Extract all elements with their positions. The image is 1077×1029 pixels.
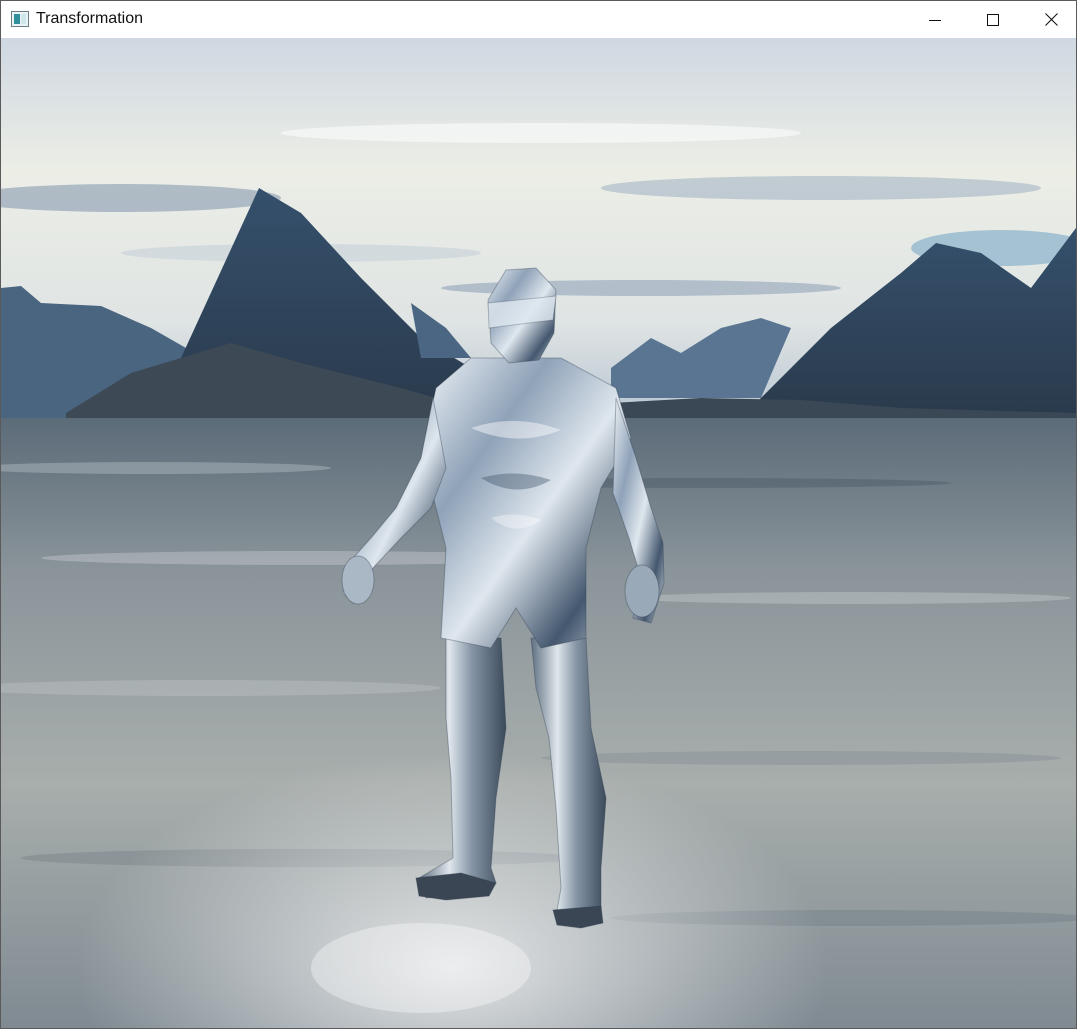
window-title: Transformation [36, 10, 143, 27]
right-boot [552, 905, 604, 929]
left-hand [341, 555, 375, 605]
close-icon [1044, 13, 1058, 26]
right-hand [624, 564, 660, 618]
close-button[interactable] [1022, 1, 1076, 38]
minimize-button[interactable] [906, 1, 964, 38]
sun-reflection [311, 923, 531, 1013]
maximize-button[interactable] [964, 1, 1022, 38]
app-window-icon [11, 11, 29, 27]
minimize-icon [929, 19, 941, 21]
maximize-icon [987, 13, 999, 26]
render-viewport[interactable] [1, 38, 1076, 1028]
skybox-scene [1, 38, 1076, 1028]
application-window: Transformation [0, 0, 1077, 1029]
title-bar[interactable]: Transformation [1, 1, 1076, 38]
